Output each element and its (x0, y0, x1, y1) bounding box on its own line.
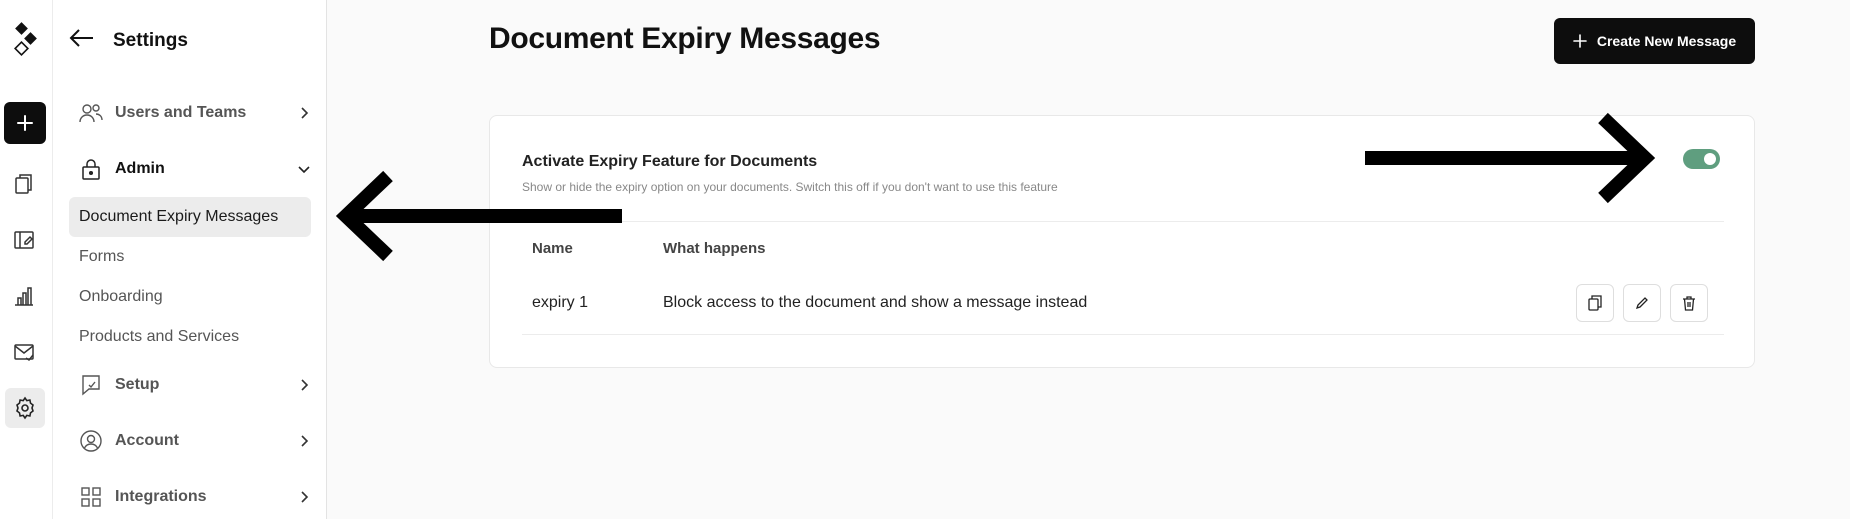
sidebar-item-label: Admin (115, 160, 165, 177)
back-arrow-icon[interactable] (69, 28, 95, 53)
templates-icon[interactable] (9, 225, 39, 255)
documents-icon[interactable] (9, 169, 39, 199)
sidebar-item-account[interactable]: Account (79, 425, 316, 457)
account-icon (79, 429, 103, 453)
chevron-right-icon (301, 379, 309, 391)
row-name-cell: expiry 1 (532, 294, 589, 311)
sidebar-item-label: Account (115, 432, 179, 449)
right-arrow-annotation (1365, 112, 1656, 204)
page-title: Document Expiry Messages (489, 22, 881, 55)
sidebar-subitem-forms[interactable]: Forms (69, 237, 311, 277)
edit-button[interactable] (1623, 284, 1661, 322)
chevron-down-icon (298, 166, 310, 174)
delete-button[interactable] (1670, 284, 1708, 322)
plus-icon[interactable] (4, 102, 46, 144)
gear-icon[interactable] (5, 388, 45, 428)
row-what-happens-cell: Block access to the document and show a … (663, 294, 1088, 311)
sidebar-subitem-onboarding[interactable]: Onboarding (69, 277, 311, 317)
lock-icon (79, 157, 103, 181)
expiry-feature-toggle[interactable] (1683, 149, 1720, 169)
icon-rail (0, 0, 53, 519)
plus-icon (1573, 34, 1587, 48)
divider (522, 221, 1724, 222)
sidebar-subitem-products-and-services[interactable]: Products and Services (69, 317, 311, 357)
sidebar-title: Settings (113, 29, 188, 51)
copy-button[interactable] (1576, 284, 1614, 322)
create-button-label: Create New Message (1596, 33, 1737, 49)
sidebar-item-label: Integrations (115, 488, 207, 505)
mail-icon[interactable] (9, 337, 39, 367)
chevron-right-icon (301, 491, 309, 503)
create-new-message-button[interactable]: Create New Message (1554, 18, 1755, 64)
sidebar-item-integrations[interactable]: Integrations (79, 481, 316, 513)
chevron-right-icon (301, 435, 309, 447)
sidebar-item-setup[interactable]: Setup (79, 369, 316, 401)
trash-icon (1683, 295, 1695, 311)
users-icon (79, 101, 103, 125)
left-arrow-annotation (336, 170, 622, 262)
sidebar-item-label: Setup (115, 376, 160, 393)
edit-icon (1635, 297, 1648, 310)
copy-icon (1588, 295, 1602, 311)
sidebar-item-users-and-teams[interactable]: Users and Teams (79, 97, 316, 129)
logo-icon[interactable] (9, 22, 43, 60)
sidebar-subitem-document-expiry-messages[interactable]: Document Expiry Messages (69, 197, 311, 237)
sidebar-item-admin[interactable]: Admin (79, 153, 316, 185)
setup-icon (79, 373, 103, 397)
divider (522, 334, 1724, 335)
chevron-right-icon (301, 107, 309, 119)
integrations-icon (79, 485, 103, 509)
sidebar-header: Settings (69, 28, 188, 53)
column-header-what-happens: What happens (663, 240, 766, 257)
reports-icon[interactable] (9, 281, 39, 311)
sidebar-item-label: Users and Teams (115, 104, 247, 121)
feature-title: Activate Expiry Feature for Documents (522, 153, 818, 170)
settings-sidebar: Settings Users and Teams Admin Document … (53, 0, 327, 519)
toggle-knob (1704, 153, 1716, 165)
